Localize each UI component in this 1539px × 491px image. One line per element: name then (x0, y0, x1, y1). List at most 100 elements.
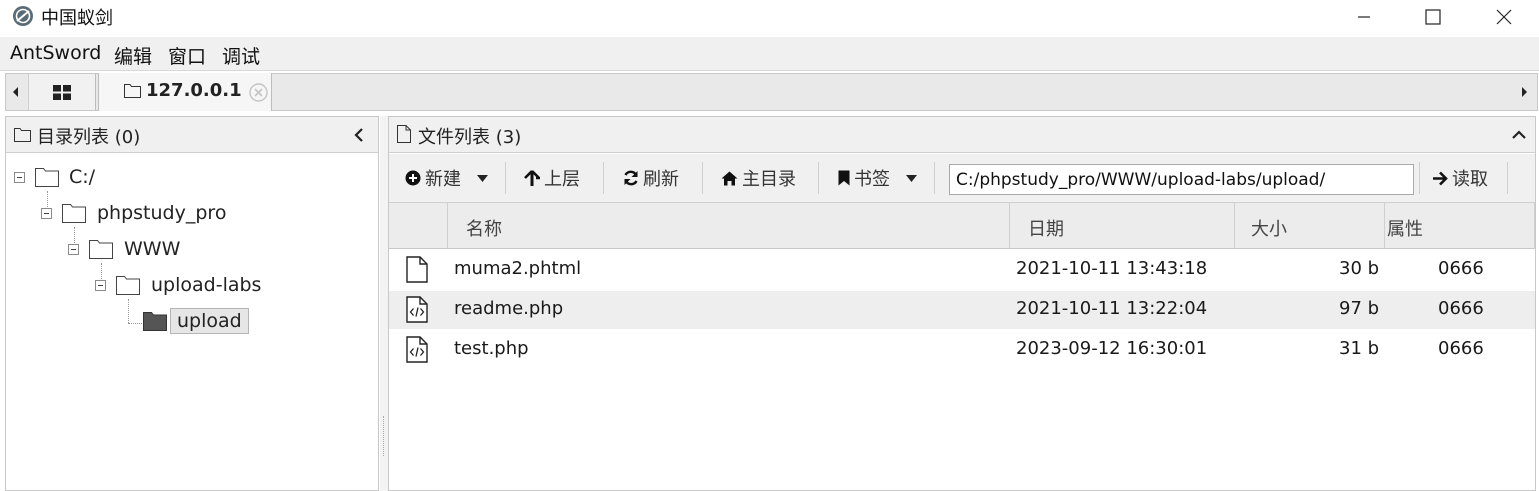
tree-node-www[interactable]: WWW (124, 238, 180, 260)
new-button-label: 新建 (425, 169, 461, 190)
column-header-date[interactable]: 日期 (1010, 203, 1235, 249)
close-window-button[interactable] (1469, 0, 1539, 34)
home-directory-button[interactable]: 主目录 (721, 165, 796, 191)
file-date: 2021-10-11 13:43:18 (1016, 258, 1208, 279)
code-file-icon (406, 336, 428, 363)
grid-icon (53, 84, 71, 100)
tree-node-phpstudy-pro[interactable]: phpstudy_pro (97, 202, 226, 224)
file-date: 2023-09-12 16:30:01 (1016, 338, 1208, 359)
column-header-size[interactable]: 大小 (1235, 203, 1385, 249)
file-toolbar: 新建 上层 刷新 主目录 书签 C:/phpstudy_pro/WWW/uplo… (389, 154, 1535, 203)
maximize-icon (1425, 9, 1441, 25)
bookmark-button[interactable]: 书签 (838, 165, 917, 191)
close-tab-icon[interactable] (249, 83, 268, 102)
tab-127-0-0-1[interactable]: 127.0.0.1 (98, 73, 272, 111)
folder-icon (35, 168, 59, 187)
plus-circle-icon (405, 170, 421, 186)
window-title: 中国蚁剑 (41, 8, 113, 29)
file-row[interactable]: readme.php 2021-10-11 13:22:04 97 b 0666 (389, 291, 1535, 329)
file-row[interactable]: muma2.phtml 2021-10-11 13:43:18 30 b 066… (389, 251, 1535, 289)
arrow-right-icon (1433, 171, 1448, 185)
icon-column-header (389, 203, 448, 249)
read-button[interactable]: 读取 (1432, 165, 1488, 191)
tab-scroll-left-button[interactable] (6, 74, 26, 110)
file-attributes: 0666 (1438, 258, 1484, 279)
tree-expander[interactable] (68, 244, 79, 255)
menu-bar: AntSword 编辑 窗口 调试 (0, 37, 1539, 71)
toolbar-separator (1419, 162, 1420, 194)
tree-node-c-drive[interactable]: C:/ (69, 166, 95, 188)
bookmark-label: 书签 (854, 169, 890, 190)
caret-left-icon (13, 87, 18, 97)
folder-icon (62, 204, 86, 223)
file-name: readme.php (454, 298, 564, 319)
caret-down-icon (477, 174, 488, 182)
tree-expander[interactable] (95, 280, 106, 291)
file-size: 30 b (1339, 258, 1380, 279)
bookmark-icon (838, 170, 850, 186)
toolbar-separator (818, 162, 819, 194)
toolbar-separator (702, 162, 703, 194)
refresh-label: 刷新 (643, 169, 679, 190)
home-icon (721, 171, 738, 185)
directory-panel: 目录列表 (0) C:/ phpstudy_pro WWW upload-lab… (5, 116, 379, 491)
folder-icon (116, 276, 140, 295)
file-name: test.php (454, 338, 529, 359)
minimize-icon (1358, 16, 1370, 18)
panel-splitter[interactable] (380, 116, 388, 491)
tab-home-grid[interactable] (28, 74, 96, 110)
file-size: 31 b (1339, 338, 1380, 359)
tree-node-upload-selected[interactable]: upload (170, 308, 249, 334)
file-date: 2021-10-11 13:22:04 (1016, 298, 1208, 319)
file-name: muma2.phtml (454, 258, 582, 279)
file-icon (397, 125, 411, 143)
file-size: 97 b (1339, 298, 1380, 319)
arrow-up-icon (524, 169, 540, 186)
menu-window[interactable]: 窗口 (168, 42, 206, 69)
maximize-button[interactable] (1398, 0, 1468, 34)
toolbar-separator (1507, 162, 1508, 194)
close-icon (1496, 9, 1512, 25)
file-panel-title: 文件列表 (3) (418, 127, 522, 148)
toolbar-separator (934, 162, 935, 194)
tree-connector (128, 323, 142, 324)
tab-label: 127.0.0.1 (146, 80, 242, 101)
menu-antsword[interactable]: AntSword (10, 42, 101, 64)
title-bar: 中国蚁剑 (0, 0, 1539, 34)
tree-node-upload-labs[interactable]: upload-labs (151, 274, 261, 296)
path-input[interactable] (949, 164, 1414, 195)
caret-down-icon (906, 174, 917, 182)
folder-icon (124, 84, 141, 98)
tree-connector (128, 299, 129, 323)
code-file-icon (406, 296, 428, 323)
directory-panel-header: 目录列表 (0) (6, 117, 378, 153)
toolbar-separator (603, 162, 604, 194)
collapse-panel-icon[interactable] (354, 128, 364, 142)
caret-right-icon (1522, 87, 1527, 97)
tree-expander[interactable] (41, 208, 52, 219)
chevron-up-icon[interactable] (1512, 130, 1526, 140)
file-icon (406, 256, 428, 283)
refresh-button[interactable]: 刷新 (623, 165, 679, 191)
column-header-name[interactable]: 名称 (448, 203, 1010, 249)
folder-filled-icon (143, 312, 167, 331)
new-button[interactable]: 新建 (405, 165, 488, 191)
minimize-button[interactable] (1329, 0, 1399, 34)
file-panel-header: 文件列表 (3) (389, 117, 1535, 153)
up-level-button[interactable]: 上层 (524, 165, 580, 191)
home-directory-label: 主目录 (742, 169, 796, 190)
file-row[interactable]: test.php 2023-09-12 16:30:01 31 b 0666 (389, 331, 1535, 369)
tree-expander[interactable] (14, 172, 25, 183)
up-level-label: 上层 (544, 169, 580, 190)
antsword-logo-icon (13, 6, 33, 26)
file-attributes: 0666 (1438, 338, 1484, 359)
file-grid-header: 名称 日期 大小 属性 (389, 203, 1535, 249)
file-attributes: 0666 (1438, 298, 1484, 319)
folder-icon (89, 240, 113, 259)
tab-bar: 127.0.0.1 (5, 73, 1538, 111)
menu-debug[interactable]: 调试 (222, 42, 260, 69)
tab-scroll-right-button[interactable] (1514, 74, 1534, 110)
column-header-attributes[interactable]: 属性 (1385, 203, 1535, 249)
file-panel: 文件列表 (3) 新建 上层 刷新 主目录 书签 C:/phpstudy_pro… (388, 116, 1536, 491)
menu-edit[interactable]: 编辑 (114, 42, 152, 69)
